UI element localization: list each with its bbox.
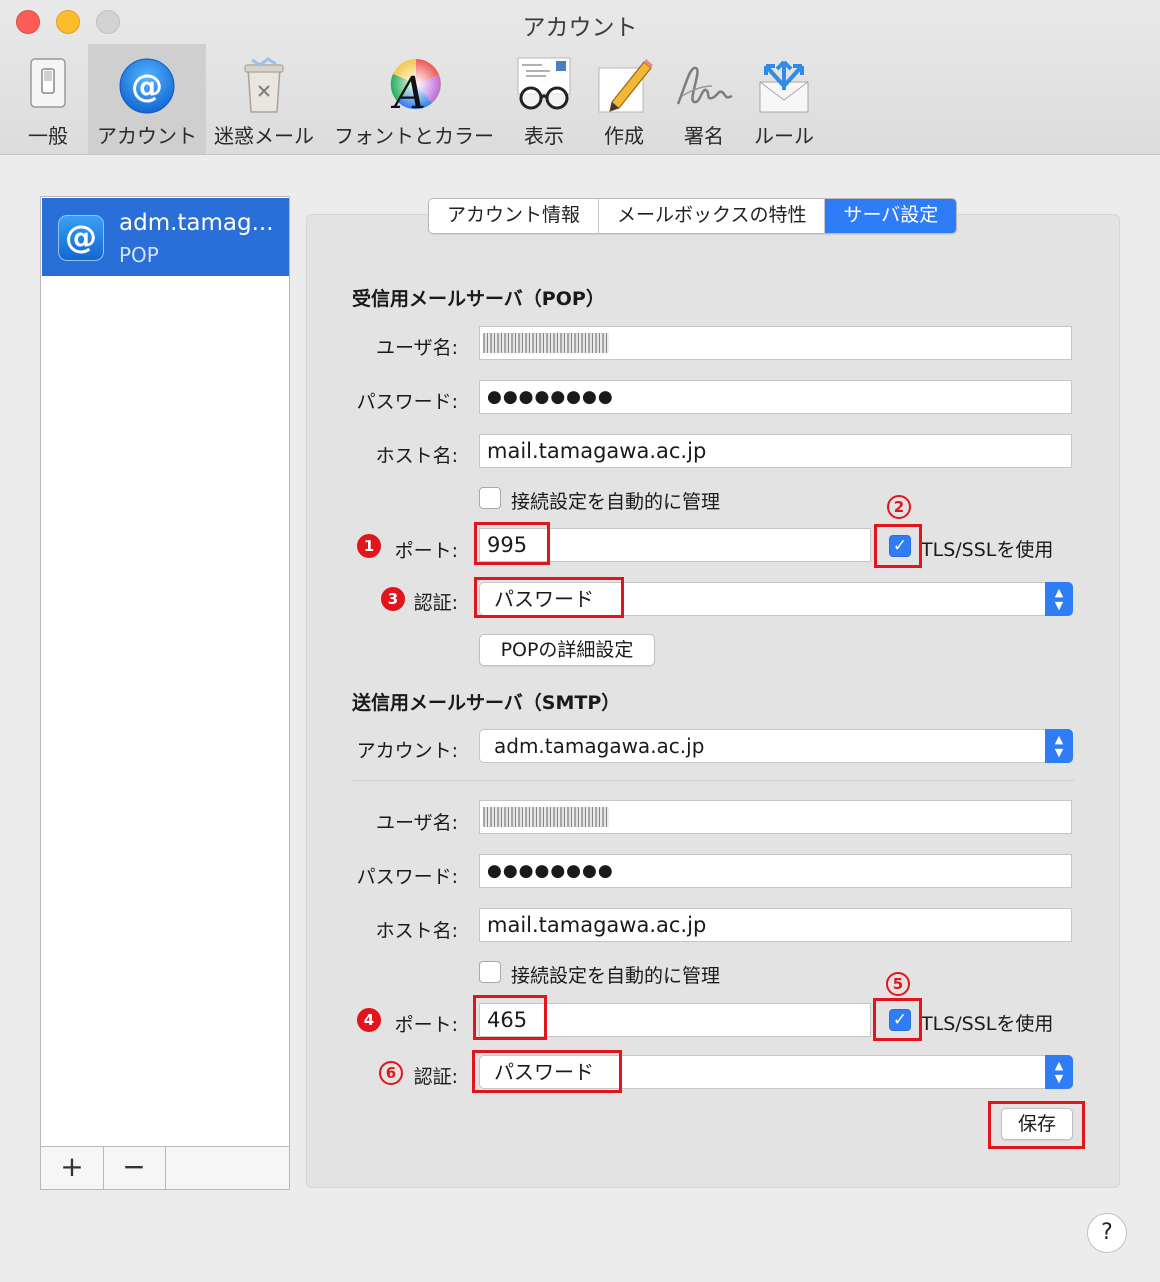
outgoing-account-value: adm.tamagawa.ac.jp: [494, 734, 705, 758]
redacted-username: [483, 807, 609, 827]
pencil-icon: [598, 59, 653, 113]
incoming-password-field[interactable]: ●●●●●●●●: [479, 380, 1072, 414]
remove-account-button[interactable]: −: [103, 1147, 166, 1189]
at-icon: @: [58, 215, 104, 261]
rules-envelope-icon: [759, 60, 809, 113]
chevron-updown-icon: ▲ ▼: [1045, 582, 1073, 616]
outgoing-password-label: パスワード:: [356, 866, 458, 888]
toolbar-accounts[interactable]: @ アカウント: [88, 44, 206, 154]
outgoing-username-field[interactable]: [479, 800, 1072, 834]
toolbar-junk[interactable]: 迷惑メール: [210, 44, 318, 154]
tab-mailbox-behaviors[interactable]: メールボックスの特性: [599, 199, 826, 233]
toolbar-label: 迷惑メール: [214, 124, 314, 148]
outgoing-password-field[interactable]: ●●●●●●●●: [479, 854, 1072, 888]
svg-text:A: A: [390, 68, 426, 116]
toolbar-label: アカウント: [97, 124, 197, 148]
divider: [352, 780, 1074, 781]
outgoing-host-field[interactable]: mail.tamagawa.ac.jp: [479, 908, 1072, 942]
outgoing-heading: 送信用メールサーバ（SMTP）: [352, 692, 621, 714]
annotation-marker-1: 1: [357, 534, 381, 558]
annotation-box: [472, 1050, 622, 1093]
outgoing-account-label: アカウント:: [356, 740, 458, 762]
outgoing-auto-manage-label: 接続設定を自動的に管理: [511, 965, 721, 987]
outgoing-auth-label: 認証:: [413, 1066, 458, 1088]
incoming-auto-manage-checkbox[interactable]: [479, 487, 501, 509]
toolbar-label: フォントとカラー: [334, 124, 494, 148]
annotation-marker-5: 5: [886, 972, 910, 996]
outgoing-auto-manage-checkbox[interactable]: [479, 961, 501, 983]
svg-text:@: @: [131, 67, 163, 105]
annotation-box: [474, 522, 550, 565]
tab-server-settings[interactable]: サーバ設定: [825, 199, 957, 233]
font-color-icon: A: [390, 59, 441, 116]
help-button[interactable]: ?: [1087, 1213, 1127, 1253]
junk-bin-icon: [244, 57, 284, 113]
incoming-heading: 受信用メールサーバ（POP）: [352, 288, 605, 310]
outgoing-account-popup[interactable]: adm.tamagawa.ac.jp ▲ ▼: [479, 729, 1073, 763]
signature-icon: [676, 66, 733, 105]
account-list[interactable]: @ adm.tamag... POP + −: [40, 196, 290, 1190]
chevron-updown-icon: ▲ ▼: [1045, 1055, 1073, 1089]
outgoing-port-label: ポート:: [394, 1014, 458, 1036]
toolbar-rules[interactable]: ルール: [748, 44, 820, 154]
redacted-username: [483, 333, 609, 353]
at-icon: @: [119, 58, 175, 114]
toolbar-composing[interactable]: 作成: [588, 44, 660, 154]
annotation-box: [874, 524, 922, 568]
annotation-marker-3: 3: [381, 587, 405, 611]
add-account-button[interactable]: +: [41, 1147, 104, 1189]
account-type: POP: [119, 243, 159, 267]
switch-icon: [30, 58, 66, 108]
toolbar-general[interactable]: 一般: [8, 44, 88, 154]
incoming-username-field[interactable]: [479, 326, 1072, 360]
annotation-box: [873, 998, 922, 1041]
incoming-host-label: ホスト名:: [375, 445, 458, 467]
glasses-icon: [517, 57, 571, 110]
toolbar-label: 表示: [524, 124, 564, 148]
tab-bar: アカウント情報 メールボックスの特性 サーバ設定: [428, 198, 958, 234]
annotation-marker-2: 2: [887, 495, 911, 519]
toolbar-label: 作成: [604, 124, 644, 148]
tab-account-info[interactable]: アカウント情報: [429, 199, 600, 233]
account-list-item[interactable]: @ adm.tamag... POP: [42, 198, 289, 276]
incoming-tls-label: TLS/SSLを使用: [921, 539, 1054, 561]
annotation-box: [474, 577, 624, 618]
annotation-box: [473, 995, 547, 1040]
window-title: アカウント: [522, 15, 638, 41]
outgoing-tls-label: TLS/SSLを使用: [921, 1013, 1054, 1035]
toolbar-fonts-colors[interactable]: A フォントとカラー: [330, 44, 498, 154]
account-list-bar: + −: [41, 1146, 289, 1189]
outgoing-host-label: ホスト名:: [375, 920, 458, 942]
account-name: adm.tamag...: [119, 210, 274, 236]
annotation-marker-4: 4: [357, 1008, 381, 1032]
incoming-auth-label: 認証:: [413, 592, 458, 614]
incoming-auto-manage-label: 接続設定を自動的に管理: [511, 491, 721, 513]
incoming-password-label: パスワード:: [356, 391, 458, 413]
chevron-updown-icon: ▲ ▼: [1045, 729, 1073, 763]
annotation-box: [988, 1101, 1085, 1149]
annotation-marker-6: 6: [379, 1061, 403, 1085]
toolbar-viewing[interactable]: 表示: [506, 44, 582, 154]
toolbar-label: 一般: [28, 124, 68, 148]
incoming-username-label: ユーザ名:: [375, 337, 458, 359]
toolbar-signatures[interactable]: 署名: [666, 44, 742, 154]
incoming-host-field[interactable]: mail.tamagawa.ac.jp: [479, 434, 1072, 468]
incoming-port-label: ポート:: [394, 540, 458, 562]
outgoing-username-label: ユーザ名:: [375, 812, 458, 834]
pop-advanced-button[interactable]: POPの詳細設定: [479, 634, 655, 666]
toolbar-label: 署名: [684, 124, 724, 148]
toolbar-label: ルール: [754, 124, 814, 148]
title-toolbar: アカウント 一般 @ アカウント 迷惑メール A フォントとカラー 表示 作成 …: [0, 0, 1160, 155]
